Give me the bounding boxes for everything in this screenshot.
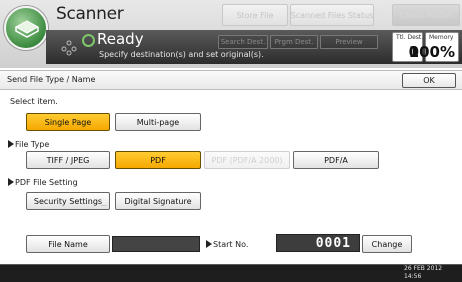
pdf-setting-heading: PDF File Setting — [8, 178, 78, 187]
ready-indicator-icon — [82, 34, 95, 47]
app-title: Scanner — [56, 4, 124, 24]
file-type-tiff-jpeg-button[interactable]: TIFF / JPEG — [26, 151, 110, 169]
file-type-pdfa-button[interactable]: PDF/A — [293, 151, 379, 169]
preview-button[interactable]: Preview — [320, 35, 378, 49]
file-type-label: File Type — [15, 140, 50, 149]
store-file-button[interactable]: Store File — [222, 4, 288, 26]
date-text: 26 FEB 2012 — [404, 265, 443, 272]
machine-icon — [61, 40, 77, 56]
start-no-display: 0001 — [276, 234, 360, 252]
date-time: 26 FEB 2012 14:56 — [404, 265, 442, 281]
search-dest-button[interactable]: Search Dest. — [218, 35, 268, 49]
memory-counter: Memory 100% — [409, 32, 459, 62]
scanned-files-status-button[interactable]: Scanned Files Status — [290, 4, 374, 26]
more-options-icon: … — [101, 201, 107, 208]
arrow-right-icon — [8, 140, 14, 148]
arrow-right-icon — [206, 240, 212, 248]
status-footer — [0, 264, 462, 282]
memory-label: Memory — [429, 34, 454, 41]
change-button[interactable]: Change — [362, 235, 412, 253]
scanner-app-icon — [4, 6, 48, 50]
multi-page-button[interactable]: Multi-page — [115, 113, 201, 131]
time-text: 14:56 — [404, 273, 422, 280]
file-name-display — [112, 236, 200, 252]
check-modes-button[interactable]: Check Modes — [392, 4, 460, 26]
digital-signature-button[interactable]: Digital Signature — [115, 192, 201, 210]
arrow-right-icon — [8, 178, 14, 186]
security-settings-label: Security Settings — [33, 196, 103, 206]
memory-value: 100% — [408, 43, 455, 61]
single-page-button[interactable]: Single Page — [26, 113, 110, 131]
start-no-heading: Start No. — [206, 240, 248, 249]
footer-divider — [0, 264, 462, 265]
total-destinations-label: Ttl. Dest. — [396, 34, 424, 41]
pdf-setting-label: PDF File Setting — [15, 178, 78, 187]
start-no-label: Start No. — [213, 240, 249, 249]
ok-button[interactable]: OK — [402, 73, 456, 88]
dialog-title: Send File Type / Name — [7, 75, 96, 84]
select-item-label: Select item. — [10, 97, 58, 106]
file-name-button[interactable]: File Name — [26, 235, 110, 253]
file-type-heading: File Type — [8, 140, 49, 149]
status-message: Specify destination(s) and set original(… — [99, 50, 264, 59]
file-type-pdf-button[interactable]: PDF — [115, 151, 201, 169]
prgm-dest-button[interactable]: Prgm Dest. — [270, 35, 318, 49]
security-settings-button[interactable]: Security Settings … — [26, 192, 110, 210]
status-text: Ready — [97, 30, 144, 48]
file-type-pdf-a-2000-button: PDF (PDF/A 2000) — [204, 151, 290, 169]
